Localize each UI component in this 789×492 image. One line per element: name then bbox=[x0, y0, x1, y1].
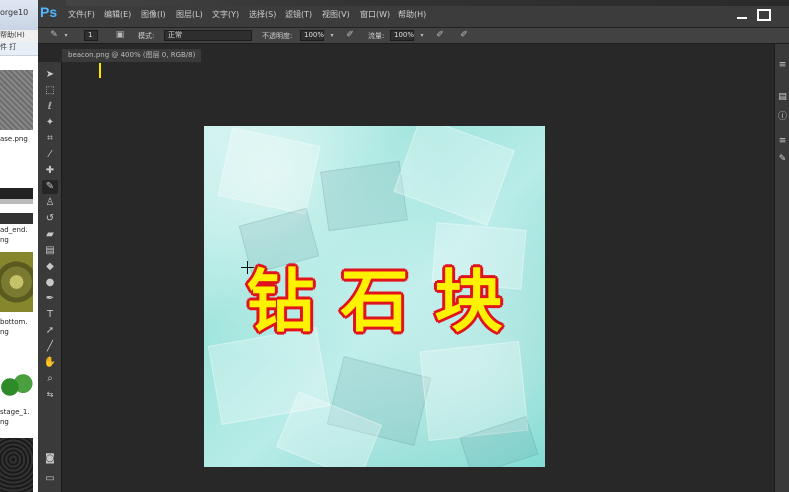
menu-edit[interactable]: 编辑(E) bbox=[104, 9, 131, 20]
tools-panel: ➤ ⬚ ℓ ✦ ⌗ ⁄ ✚ ✎ ♙ ↺ ▰ ▤ ◆ ● ✒ T ➚ ╱ ✋ ⌕ … bbox=[38, 62, 62, 492]
menu-window[interactable]: 窗口(W) bbox=[360, 9, 390, 20]
menu-filter[interactable]: 滤镜(T) bbox=[285, 9, 312, 20]
eyedropper-tool-icon[interactable]: ⁄ bbox=[42, 148, 58, 162]
menu-help[interactable]: 帮助(H) bbox=[398, 9, 426, 20]
file-thumbnail[interactable] bbox=[0, 370, 33, 404]
clone-stamp-tool-icon[interactable]: ♙ bbox=[42, 196, 58, 210]
file-thumbnail[interactable] bbox=[0, 70, 33, 130]
mode-label: 模式: bbox=[138, 32, 155, 40]
eraser-tool-icon[interactable]: ▰ bbox=[42, 228, 58, 242]
panel-grip-icon[interactable]: ≡ bbox=[777, 136, 788, 147]
explorer-menu[interactable]: 帮助(H) bbox=[0, 30, 38, 42]
mode-select[interactable]: 正常 bbox=[164, 30, 252, 41]
gradient-tool-icon[interactable]: ▤ bbox=[42, 244, 58, 258]
menu-bar: Ps 文件(F) 编辑(E) 图像(I) 图层(L) 文字(Y) 选择(S) 滤… bbox=[38, 0, 789, 28]
menu-file[interactable]: 文件(F) bbox=[68, 9, 95, 20]
magic-wand-tool-icon[interactable]: ✦ bbox=[42, 116, 58, 130]
move-tool-icon[interactable]: ➤ bbox=[42, 68, 58, 82]
opacity-field[interactable]: 100% bbox=[300, 30, 324, 41]
lasso-tool-icon[interactable]: ℓ bbox=[42, 100, 58, 114]
maximize-button[interactable] bbox=[753, 7, 771, 21]
brush-tool-icon[interactable]: ✎ bbox=[42, 180, 58, 194]
quick-mask-icon[interactable]: ◙ bbox=[42, 452, 58, 466]
texture-shard bbox=[217, 127, 321, 215]
opacity-label: 不透明度: bbox=[262, 32, 293, 40]
zoom-tool-icon[interactable]: ⌕ bbox=[42, 372, 58, 386]
file-label[interactable]: bottom. bbox=[0, 318, 28, 327]
line-tool-icon[interactable]: ╱ bbox=[42, 340, 58, 354]
type-tool-icon[interactable]: T bbox=[42, 308, 58, 322]
blur-tool-icon[interactable]: ◆ bbox=[42, 260, 58, 274]
explorer-toolbar[interactable]: 件 打 bbox=[0, 42, 38, 56]
brush-size-field[interactable]: 1 bbox=[84, 30, 98, 41]
brush-tool-preset-icon[interactable]: ✎ bbox=[48, 30, 60, 41]
chevron-down-icon[interactable]: ▾ bbox=[60, 30, 72, 41]
menu-select[interactable]: 选择(S) bbox=[249, 9, 276, 20]
texture-shard bbox=[320, 160, 408, 232]
marquee-tool-icon[interactable]: ⬚ bbox=[42, 84, 58, 98]
file-thumbnail[interactable] bbox=[0, 188, 33, 224]
path-selection-tool-icon[interactable]: ➚ bbox=[42, 324, 58, 338]
history-panel-icon[interactable]: ▤ bbox=[777, 92, 788, 103]
pen-tool-icon[interactable]: ✒ bbox=[42, 292, 58, 306]
info-panel-icon[interactable]: ⓘ bbox=[777, 112, 788, 123]
hand-tool-icon[interactable]: ✋ bbox=[42, 356, 58, 370]
file-thumbnail[interactable] bbox=[0, 252, 33, 312]
flow-field[interactable]: 100% bbox=[390, 30, 414, 41]
chevron-down-icon[interactable]: ▾ bbox=[416, 30, 428, 41]
document-tab[interactable]: beacon.png @ 400% (图层 0, RGB/8) bbox=[62, 49, 202, 62]
explorer-titlebar[interactable]: orge10 bbox=[0, 0, 38, 30]
background-explorer-window: orge10 帮助(H) 件 打 ase.png ad_end. ng bott… bbox=[0, 0, 38, 492]
menu-view[interactable]: 视图(V) bbox=[322, 9, 350, 20]
file-label[interactable]: ng bbox=[0, 418, 9, 427]
file-label[interactable]: ad_end. bbox=[0, 226, 28, 235]
flow-label: 流量: bbox=[368, 32, 385, 40]
options-bar: ✎ ▾ 1 ▣ 模式: 正常 不透明度: 100% ▾ ✐ 流量: 100% ▾… bbox=[38, 28, 789, 44]
file-label[interactable]: stage_1. bbox=[0, 408, 30, 417]
menu-layer[interactable]: 图层(L) bbox=[176, 9, 203, 20]
canvas-title-text: 钻石块 bbox=[246, 263, 529, 342]
title-strip bbox=[66, 0, 789, 6]
menu-image[interactable]: 图像(I) bbox=[141, 9, 166, 20]
crop-tool-icon[interactable]: ⌗ bbox=[42, 132, 58, 146]
chevron-down-icon[interactable]: ▾ bbox=[326, 30, 338, 41]
collapsed-panels-strip: ≡ ▤ ⓘ ≡ ✎ bbox=[774, 44, 789, 492]
history-brush-tool-icon[interactable]: ↺ bbox=[42, 212, 58, 226]
ps-logo: Ps bbox=[40, 4, 58, 20]
texture-shard bbox=[393, 126, 515, 226]
minimize-button[interactable] bbox=[733, 7, 751, 21]
brush-panel-icon[interactable]: ✎ bbox=[777, 154, 788, 165]
healing-brush-tool-icon[interactable]: ✚ bbox=[42, 164, 58, 178]
panel-grip-icon[interactable]: ≡ bbox=[777, 60, 788, 71]
airbrush-icon[interactable]: ✐ bbox=[434, 30, 446, 41]
crosshair-cursor-icon bbox=[241, 261, 254, 274]
image-canvas[interactable]: 钻石块 bbox=[204, 126, 545, 467]
file-thumbnail[interactable] bbox=[0, 438, 33, 492]
file-label[interactable]: ase.png bbox=[0, 135, 28, 144]
screen-mode-icon[interactable]: ▭ bbox=[42, 472, 58, 486]
menu-type[interactable]: 文字(Y) bbox=[212, 9, 239, 20]
file-label[interactable]: ng bbox=[0, 328, 9, 337]
explorer-title: orge10 bbox=[0, 8, 29, 17]
file-label[interactable]: ng bbox=[0, 236, 9, 245]
pressure-size-icon[interactable]: ✐ bbox=[458, 30, 470, 41]
brush-panel-icon[interactable]: ▣ bbox=[114, 30, 126, 41]
pressure-opacity-icon[interactable]: ✐ bbox=[344, 30, 356, 41]
text-insertion-cursor bbox=[99, 63, 101, 78]
swap-colors-icon[interactable]: ⇆ bbox=[42, 388, 58, 402]
dodge-tool-icon[interactable]: ● bbox=[42, 276, 58, 290]
